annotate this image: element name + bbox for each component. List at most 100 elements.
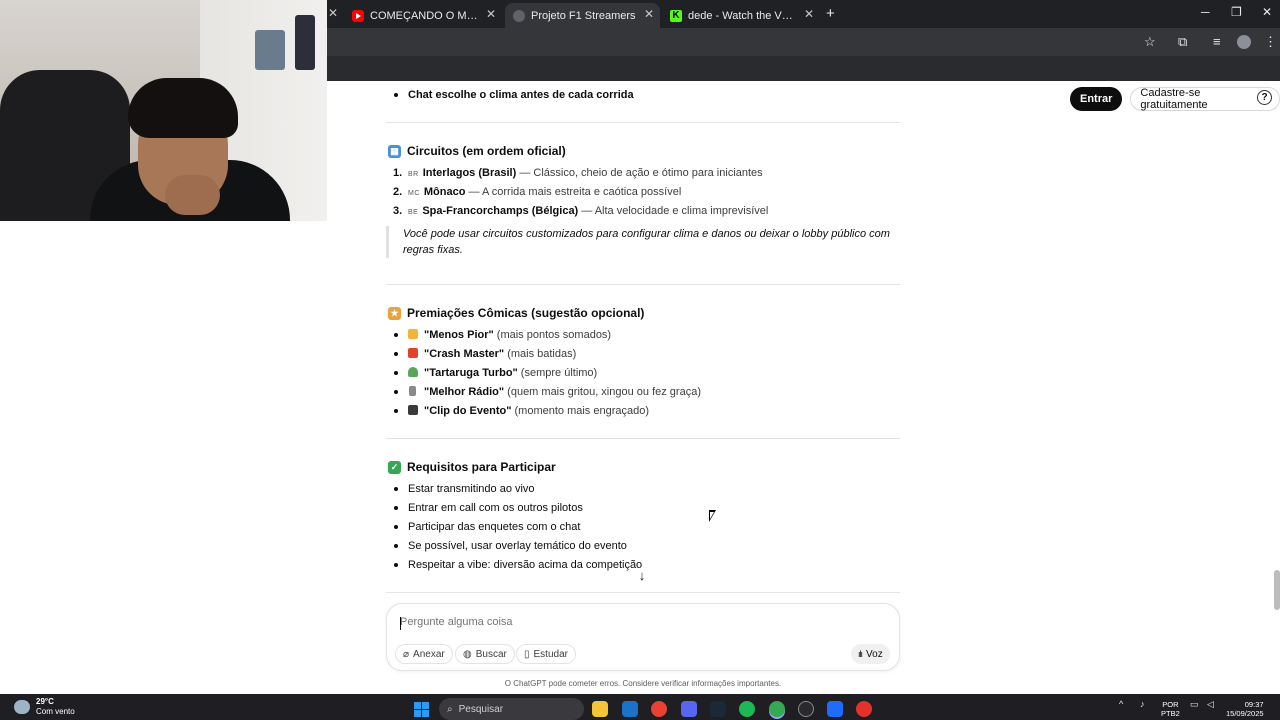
close-icon[interactable]: ✕ — [486, 7, 496, 21]
section-heading-text: Premiações Cômicas (sugestão opcional) — [407, 306, 645, 320]
list-number: 1. — [393, 167, 403, 179]
tab-title: COMEÇANDO O MODO CARRE — [370, 9, 482, 22]
list-number: 3. — [393, 205, 403, 217]
list-item: Participar das enquetes com o chat — [393, 521, 581, 533]
award-name: "Tartaruga Turbo" — [424, 367, 518, 379]
windows-start-icon[interactable] — [414, 702, 429, 717]
bookmark-star-icon[interactable]: ☆ — [1144, 34, 1156, 50]
volume-icon[interactable]: ◁ — [1207, 699, 1214, 710]
extensions-icon[interactable]: ⧉ — [1178, 34, 1187, 50]
map-icon: ▦ — [388, 144, 401, 158]
file-explorer-icon[interactable] — [592, 701, 608, 717]
page-scrollbar[interactable] — [1274, 570, 1280, 610]
chrome-icon[interactable] — [651, 701, 667, 717]
login-button[interactable]: Entrar — [1070, 87, 1123, 111]
section-heading-awards: ★ Premiações Cômicas (sugestão opcional) — [388, 306, 644, 320]
new-tab-icon[interactable]: + — [826, 5, 835, 22]
trophy-icon — [408, 329, 418, 339]
taskbar-search[interactable]: ⌕ Pesquisar — [439, 698, 584, 720]
language-code: POR — [1162, 700, 1179, 709]
voice-button[interactable]: ılı Voz — [851, 644, 890, 664]
spotify-icon[interactable] — [739, 701, 755, 717]
blockquote: Você pode usar circuitos customizados pa… — [386, 226, 900, 258]
paperclip-icon: ⌀ — [403, 648, 410, 660]
list-number: 2. — [393, 186, 403, 198]
award-name: "Melhor Rádio" — [424, 386, 505, 398]
tab-projeto-f1[interactable]: Projeto F1 Streamers ✕ — [505, 3, 660, 28]
taskbar-clock[interactable]: 09:37 15/09/2025 — [1226, 700, 1264, 718]
weather-wind-icon — [14, 700, 30, 714]
flag-belgium-icon: BE — [408, 209, 419, 216]
prompt-input[interactable] — [400, 616, 840, 628]
microphone-icon — [409, 386, 416, 396]
weather-widget[interactable]: 29°C Com vento — [14, 697, 75, 717]
award-desc: (momento mais engraçado) — [511, 405, 649, 417]
outlook-icon[interactable] — [622, 701, 638, 717]
minimize-icon[interactable]: ─ — [1201, 5, 1210, 19]
discord-icon[interactable] — [681, 701, 697, 717]
app-icon[interactable] — [827, 701, 843, 717]
search-button[interactable]: ◍ Buscar — [455, 644, 515, 664]
scroll-down-arrow-icon[interactable]: ↓ — [634, 568, 650, 584]
weather-desc: Com vento — [36, 707, 75, 716]
clock-time: 09:37 — [1244, 700, 1264, 709]
circuit-desc: — Clássico, cheio de ação e ótimo para i… — [516, 167, 763, 179]
webcam-person-hair — [128, 78, 238, 138]
restore-icon[interactable]: ❐ — [1231, 5, 1242, 19]
close-icon[interactable]: ✕ — [804, 7, 814, 21]
list-item: "Crash Master" (mais batidas) — [393, 347, 576, 361]
search-icon: ⌕ — [447, 703, 453, 715]
award-desc: (sempre último) — [517, 367, 598, 379]
microphone-tray-icon[interactable]: ♪ — [1140, 699, 1145, 709]
list-item: "Clip do Evento" (momento mais engraçado… — [394, 404, 649, 418]
list-item: Chat escolhe o clima antes de cada corri… — [394, 89, 634, 101]
award-name: "Clip do Evento" — [424, 405, 512, 417]
attach-label: Anexar — [413, 648, 445, 660]
circuit-desc: — Alta velocidade e clima imprevisível — [578, 205, 769, 217]
steam-icon[interactable] — [710, 701, 726, 717]
award-desc: (quem mais gritou, xingou ou fez graça) — [504, 386, 701, 398]
flag-brazil-icon: BR — [408, 171, 419, 178]
close-icon[interactable]: ✕ — [644, 7, 654, 21]
tab-close-icon[interactable]: ✕ — [328, 6, 338, 20]
clock-date: 15/09/2025 — [1226, 709, 1264, 718]
divider — [386, 284, 900, 285]
tab-youtube[interactable]: COMEÇANDO O MODO CARRE ✕ — [352, 3, 502, 28]
network-icon[interactable]: ▭ — [1190, 699, 1199, 710]
medal-icon: ★ — [388, 306, 401, 320]
ea-icon[interactable] — [856, 701, 872, 717]
divider — [386, 592, 900, 593]
webcam-overlay — [0, 0, 327, 221]
tab-title: Projeto F1 Streamers — [531, 9, 636, 22]
message-composer: ⌀ Anexar ◍ Buscar ▯ Estudar ılı Voz — [386, 603, 900, 671]
circuit-name: Spa-Francorchamps (Bélgica) — [422, 205, 579, 217]
check-mark-icon: ✓ — [388, 460, 401, 474]
attach-button[interactable]: ⌀ Anexar — [395, 644, 453, 664]
help-icon[interactable]: ? — [1257, 90, 1272, 105]
list-item: 2. MC Mônaco — A corrida mais estreita e c… — [393, 185, 681, 201]
language-indicator[interactable]: POR PTB2 — [1161, 700, 1180, 718]
award-name: "Menos Pior" — [424, 329, 494, 341]
list-item: "Melhor Rádio" (quem mais gritou, xingou… — [394, 385, 701, 399]
profile-avatar-icon[interactable] — [1237, 35, 1251, 49]
disclaimer-text: O ChatGPT pode cometer erros. Considere … — [504, 679, 782, 688]
obs-icon[interactable] — [798, 701, 814, 717]
section-heading-text: Requisitos para Participar — [407, 460, 556, 474]
weather-text: 29°C Com vento — [36, 697, 75, 717]
award-desc: (mais pontos somados) — [493, 329, 612, 341]
taskbar-search-label: Pesquisar — [458, 703, 504, 715]
chatgpt-icon — [513, 9, 525, 22]
keyboard-layout: PTB2 — [1161, 709, 1180, 718]
list-item: Se possível, usar overlay temático do ev… — [394, 540, 627, 552]
media-control-icon[interactable]: ≡ — [1213, 34, 1221, 49]
youtube-icon — [352, 9, 364, 22]
chevron-up-icon[interactable]: ^ — [1119, 699, 1123, 709]
study-button[interactable]: ▯ Estudar — [516, 644, 576, 664]
close-window-icon[interactable]: ✕ — [1262, 5, 1272, 19]
search-label: Buscar — [475, 648, 507, 660]
menu-kebab-icon[interactable]: ⋮ — [1264, 34, 1277, 50]
chrome-active-icon[interactable] — [769, 701, 785, 717]
turtle-icon — [408, 367, 418, 377]
section-heading-requirements: ✓ Requisitos para Participar — [388, 460, 556, 474]
tab-kick[interactable]: K dede - Watch the VOD on Kick ✕ — [670, 3, 820, 28]
